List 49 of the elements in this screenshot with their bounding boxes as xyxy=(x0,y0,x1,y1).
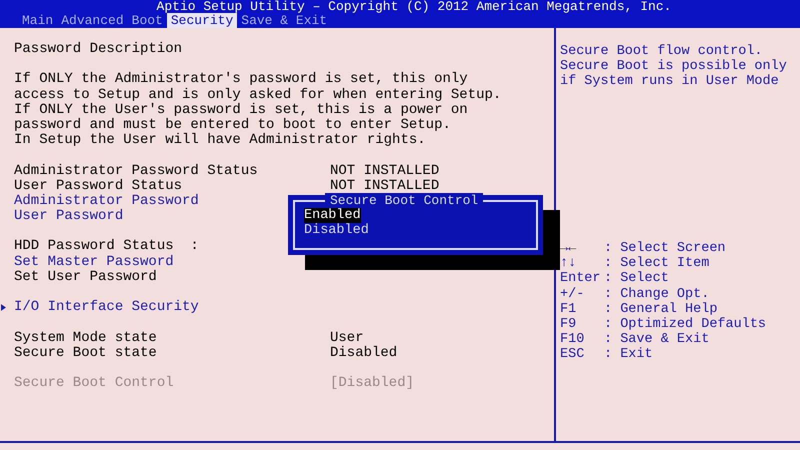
label-text: password and must be entered to boot to enter Setup. xyxy=(14,118,451,133)
status-label: Secure Boot state xyxy=(14,346,158,361)
key-action: : Select Item xyxy=(604,256,710,272)
window-title: Aptio Setup Utility – Copyright (C) 2012 American Megatrends, Inc. xyxy=(156,0,672,13)
menu-item[interactable]: Set Master Password xyxy=(14,254,174,270)
setting-value: Disabled xyxy=(330,346,398,361)
setting-value: User xyxy=(330,330,364,346)
popup-option[interactable]: Disabled xyxy=(304,223,369,238)
key-label: +/- xyxy=(560,286,586,302)
help-text: if System runs in User Mode xyxy=(560,74,780,90)
key-label: ↑↓ xyxy=(560,256,578,272)
menu-tab[interactable]: Main xyxy=(18,13,58,28)
key-action: : Select Screen xyxy=(604,241,726,256)
setting-value: NOT INSTALLED xyxy=(330,164,440,179)
popup-option[interactable]: Enabled xyxy=(304,208,361,223)
menu-item[interactable]: User Password xyxy=(14,209,124,224)
menu-tab[interactable]: Save & Exit xyxy=(237,13,332,28)
label-text: Password Description xyxy=(14,42,182,58)
menu-item[interactable]: Administrator Password xyxy=(14,194,199,210)
label-text: access to Setup and is only asked for when entering Setup. xyxy=(14,88,502,103)
key-label: F1 xyxy=(560,302,578,318)
key-action: : Exit xyxy=(604,347,653,363)
label-text: If ONLY the Administrator's password is set, this only xyxy=(14,72,468,88)
menu-tab[interactable]: Security xyxy=(166,13,238,28)
key-label: F9 xyxy=(560,317,578,332)
submenu-item[interactable]: I/O Interface Security xyxy=(14,300,199,316)
label-text: In Setup the User will have Administrator rights. xyxy=(14,133,426,148)
key-label: Enter xyxy=(560,271,602,287)
status-label: Administrator Password Status xyxy=(14,164,259,178)
label-text: HDD Password Status : xyxy=(14,239,199,254)
help-text: Secure Boot flow control. xyxy=(560,44,764,59)
arrow-icon xyxy=(1,304,6,312)
setting-value: [Disabled] xyxy=(330,376,414,392)
key-label: ESC xyxy=(560,347,586,363)
setting-value: NOT INSTALLED xyxy=(330,178,440,194)
menu-tab[interactable]: Advanced xyxy=(57,13,128,28)
menu-tab[interactable]: Boot xyxy=(128,13,167,28)
status-label: System Mode state xyxy=(14,330,158,346)
status-label: User Password Status xyxy=(14,178,182,194)
key-action: : Change Opt. xyxy=(604,286,710,302)
key-action: : Optimized Defaults xyxy=(604,317,766,332)
key-action: : Save & Exit xyxy=(604,332,710,348)
key-label: F10 xyxy=(560,332,586,348)
label-text: If ONLY the User's password is set, this is a power on xyxy=(14,102,468,118)
key-action: : Select xyxy=(604,271,669,287)
help-text: Secure Boot is possible only xyxy=(560,59,788,74)
key-label: →← xyxy=(560,241,578,256)
label-text: Set User Password xyxy=(14,270,157,286)
key-action: : General Help xyxy=(604,302,718,317)
